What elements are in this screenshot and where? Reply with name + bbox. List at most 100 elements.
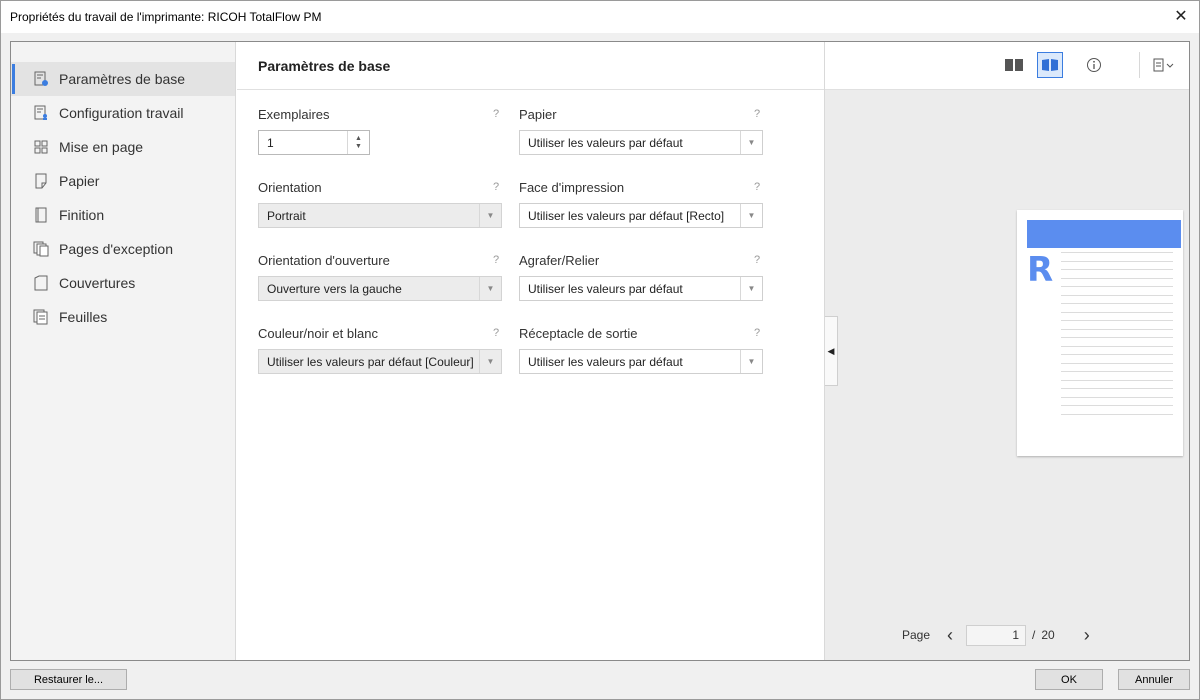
sidebar-item-label: Papier <box>59 173 100 189</box>
page-navigator: Page ‹ 1 / 20 › <box>902 624 1097 646</box>
preview-panel: ◀ R Page ‹ 1 / 20 › <box>824 42 1189 660</box>
preview-text-line <box>1061 294 1173 296</box>
preview-text-line <box>1061 354 1173 355</box>
color-bw-label: Couleur/noir et blanc <box>258 325 378 341</box>
restore-button[interactable]: Restaurer le... <box>10 669 127 690</box>
chevron-down-icon[interactable]: ▼ <box>479 277 501 300</box>
sidebar-item-label: Paramètres de base <box>59 71 186 87</box>
help-icon[interactable]: ? <box>490 181 502 193</box>
sidebar-item-label: Mise en page <box>59 139 144 155</box>
preview-text-line <box>1061 252 1173 253</box>
preview-text-line <box>1061 286 1173 287</box>
next-page-icon[interactable]: › <box>1077 625 1097 646</box>
sidebar-item-basic-settings[interactable]: Paramètres de base <box>11 62 235 96</box>
print-side-select[interactable]: Utiliser les valeurs par défaut [Recto] … <box>519 203 763 228</box>
opening-orientation-label: Orientation d'ouverture <box>258 252 390 268</box>
preview-text-line <box>1061 269 1173 270</box>
cancel-button[interactable]: Annuler <box>1118 669 1190 690</box>
opening-orientation-value: Ouverture vers la gauche <box>267 281 402 296</box>
help-icon[interactable]: ? <box>751 181 763 193</box>
help-icon[interactable]: ? <box>751 254 763 266</box>
content-area: Paramètres de base Configuration travail… <box>10 41 1190 661</box>
help-icon[interactable]: ? <box>490 327 502 339</box>
help-icon[interactable]: ? <box>490 108 502 120</box>
print-side-label: Face d'impression <box>519 179 625 195</box>
preview-text-line <box>1061 311 1173 313</box>
chevron-down-icon[interactable]: ▼ <box>740 204 762 227</box>
sidebar-item-job-setup[interactable]: Configuration travail <box>11 96 235 130</box>
previous-page-icon[interactable]: ‹ <box>940 625 960 646</box>
stepper-arrows-icon[interactable]: ▲ ▼ <box>347 131 369 154</box>
help-icon[interactable]: ? <box>751 327 763 339</box>
page-label: Page <box>902 628 931 642</box>
copies-value[interactable]: 1 <box>259 136 347 150</box>
chevron-down-icon[interactable]: ▼ <box>479 204 501 227</box>
sidebar-item-label: Feuilles <box>59 309 108 325</box>
chevron-down-icon[interactable]: ▼ <box>740 131 762 154</box>
help-icon[interactable]: ? <box>490 254 502 266</box>
staple-bind-select[interactable]: Utiliser les valeurs par défaut ▼ <box>519 276 763 301</box>
opening-orientation-select[interactable]: Ouverture vers la gauche ▼ <box>258 276 502 301</box>
chevron-down-icon[interactable]: ▼ <box>479 350 501 373</box>
preview-text-line <box>1061 328 1173 330</box>
print-menu-icon[interactable] <box>1149 52 1179 78</box>
chevron-down-icon[interactable]: ▼ <box>740 350 762 373</box>
finishing-icon <box>33 207 49 223</box>
preview-text-line <box>1061 396 1173 398</box>
toolbar-divider <box>1139 52 1140 78</box>
title-bar: Propriétés du travail de l'imprimante: R… <box>1 1 1199 33</box>
output-tray-select[interactable]: Utiliser les valeurs par défaut ▼ <box>519 349 763 374</box>
color-bw-select[interactable]: Utiliser les valeurs par défaut [Couleur… <box>258 349 502 374</box>
preview-text-line <box>1061 277 1173 279</box>
two-page-view-icon[interactable] <box>1001 52 1027 78</box>
sidebar-item-finishing[interactable]: Finition <box>11 198 235 232</box>
output-tray-label: Réceptacle de sortie <box>519 325 638 341</box>
settings-panel: Paramètres de base Exemplaires ? 1 ▲ ▼ Pa… <box>237 42 824 660</box>
preview-text-line <box>1061 388 1173 389</box>
properties-dialog: Propriétés du travail de l'imprimante: R… <box>0 0 1200 700</box>
job-setup-icon <box>33 105 49 121</box>
info-icon[interactable] <box>1081 52 1107 78</box>
staple-bind-value: Utiliser les valeurs par défaut <box>528 281 683 296</box>
sidebar-item-label: Finition <box>59 207 105 223</box>
sidebar-item-sheets[interactable]: Feuilles <box>11 300 235 334</box>
exception-pages-icon <box>33 241 49 257</box>
preview-text-line <box>1061 345 1173 347</box>
color-bw-field: Couleur/noir et blanc ? Utiliser les val… <box>258 324 502 374</box>
opening-orientation-field: Orientation d'ouverture ? Ouverture vers… <box>258 251 502 301</box>
sidebar-item-label: Pages d'exception <box>59 241 173 257</box>
ok-button[interactable]: OK <box>1035 669 1103 690</box>
paper-icon <box>33 173 49 189</box>
orientation-select[interactable]: Portrait ▼ <box>258 203 502 228</box>
paper-label: Papier <box>519 106 557 122</box>
help-icon[interactable]: ? <box>751 108 763 120</box>
preview-logo: R <box>1027 250 1054 290</box>
chevron-down-icon[interactable]: ▼ <box>740 277 762 300</box>
copies-stepper[interactable]: 1 ▲ ▼ <box>258 130 370 155</box>
paper-value: Utiliser les valeurs par défaut <box>528 135 683 150</box>
window-title: Propriétés du travail de l'imprimante: R… <box>10 10 322 24</box>
close-icon[interactable]: ✕ <box>1169 5 1193 29</box>
staple-bind-field: Agrafer/Relier ? Utiliser les valeurs pa… <box>519 251 763 301</box>
sidebar-item-paper[interactable]: Papier <box>11 164 235 198</box>
preview-header-band <box>1027 220 1181 248</box>
page-number-input[interactable]: 1 <box>966 624 1027 646</box>
paper-select[interactable]: Utiliser les valeurs par défaut ▼ <box>519 130 763 155</box>
color-bw-value: Utiliser les valeurs par défaut [Couleur… <box>267 354 474 369</box>
page-title: Paramètres de base <box>237 42 824 90</box>
sidebar-item-covers[interactable]: Couvertures <box>11 266 235 300</box>
output-tray-field: Réceptacle de sortie ? Utiliser les vale… <box>519 324 763 374</box>
preview-text-line <box>1061 320 1173 321</box>
sidebar-nav: Paramètres de base Configuration travail… <box>11 62 235 334</box>
preview-text-line <box>1061 371 1173 372</box>
print-side-value: Utiliser les valeurs par défaut [Recto] <box>528 208 725 223</box>
book-view-icon[interactable] <box>1037 52 1063 78</box>
page-preview: R <box>1017 210 1183 456</box>
page-total: 20 <box>1041 628 1055 642</box>
sidebar-item-exception-pages[interactable]: Pages d'exception <box>11 232 235 266</box>
orientation-value: Portrait <box>267 208 306 223</box>
preview-toolbar <box>825 42 1189 90</box>
collapse-preview-button[interactable]: ◀ <box>825 316 838 386</box>
sidebar-item-layout[interactable]: Mise en page <box>11 130 235 164</box>
preview-text-line <box>1061 405 1173 406</box>
